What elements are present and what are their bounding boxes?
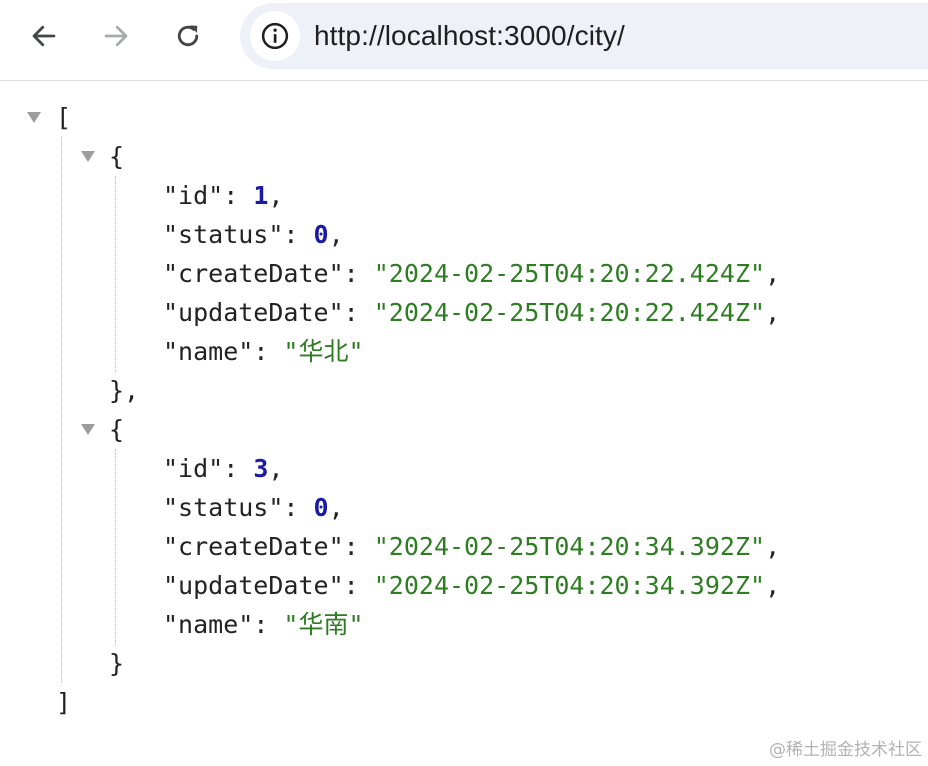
json-field-status: "status": 0,: [163, 215, 344, 254]
json-key: "updateDate": [163, 571, 344, 600]
json-string-value: "华南": [283, 610, 364, 639]
object-close-line: },: [109, 371, 139, 410]
json-colon: :: [343, 571, 374, 600]
arrow-right-icon: [104, 25, 128, 47]
object-close-brace: }: [109, 649, 125, 678]
json-string-value: "2024-02-25T04:20:34.392Z": [373, 532, 766, 561]
json-field-id: "id": 1,: [163, 176, 283, 215]
reload-button[interactable]: [165, 13, 211, 59]
json-key: "status": [163, 220, 284, 249]
json-viewer: [{"id": 1, "status": 0, "createDate": "202…: [0, 81, 928, 766]
object-open-line: {: [109, 137, 124, 176]
object-open-line: {: [109, 410, 124, 449]
json-comma: ,: [268, 454, 284, 483]
json-number-value: 1: [253, 181, 269, 210]
json-comma: ,: [328, 493, 344, 522]
json-string-value: "2024-02-25T04:20:34.392Z": [373, 571, 766, 600]
json-colon: :: [343, 298, 374, 327]
json-field-createdate: "createDate": "2024-02-25T04:20:34.392Z"…: [163, 527, 780, 566]
json-colon: :: [283, 220, 314, 249]
collapse-object-toggle[interactable]: [81, 424, 95, 435]
array-open-line: [: [56, 98, 71, 137]
json-field-createdate: "createDate": "2024-02-25T04:20:22.424Z"…: [163, 254, 780, 293]
json-comma: ,: [765, 259, 781, 288]
json-colon: :: [283, 493, 314, 522]
json-key: "name": [163, 610, 254, 639]
object-open-brace: {: [109, 415, 125, 444]
json-number-value: 0: [313, 220, 329, 249]
json-comma: ,: [765, 298, 781, 327]
object-open-brace: {: [109, 142, 125, 171]
json-number-value: 0: [313, 493, 329, 522]
json-string-value: "2024-02-25T04:20:22.424Z": [373, 259, 766, 288]
arrow-left-icon: [32, 25, 56, 47]
json-key: "id": [163, 454, 224, 483]
json-key: "updateDate": [163, 298, 344, 327]
json-string-value: "2024-02-25T04:20:22.424Z": [373, 298, 766, 327]
object-close-line: }: [109, 644, 124, 683]
array-open-bracket: [: [56, 103, 72, 132]
json-key: "createDate": [163, 259, 344, 288]
json-field-name: "name": "华北": [163, 332, 364, 371]
array-close-bracket: ]: [56, 688, 72, 717]
array-close-line: ]: [56, 683, 71, 722]
address-bar[interactable]: http://localhost:3000/city/: [240, 3, 928, 69]
object-indent-guide: [115, 449, 116, 645]
json-field-status: "status": 0,: [163, 488, 344, 527]
object-close-brace: },: [109, 376, 140, 405]
json-colon: :: [223, 454, 254, 483]
json-comma: ,: [268, 181, 284, 210]
array-indent-guide: [61, 136, 62, 683]
forward-button[interactable]: [93, 13, 139, 59]
json-colon: :: [343, 259, 374, 288]
json-colon: :: [253, 610, 284, 639]
info-circle-icon: [261, 22, 289, 50]
watermark: @稀土掘金技术社区: [769, 740, 922, 760]
json-colon: :: [253, 337, 284, 366]
json-comma: ,: [328, 220, 344, 249]
site-info-button[interactable]: [250, 11, 300, 61]
reload-icon: [177, 25, 199, 47]
back-button[interactable]: [21, 13, 67, 59]
json-field-updatedate: "updateDate": "2024-02-25T04:20:34.392Z"…: [163, 566, 780, 605]
json-key: "status": [163, 493, 284, 522]
json-key: "createDate": [163, 532, 344, 561]
json-field-updatedate: "updateDate": "2024-02-25T04:20:22.424Z"…: [163, 293, 780, 332]
browser-toolbar: http://localhost:3000/city/: [0, 0, 928, 81]
collapse-array-toggle[interactable]: [27, 112, 41, 123]
json-string-value: "华北": [283, 337, 364, 366]
object-indent-guide: [115, 176, 116, 372]
json-number-value: 3: [253, 454, 269, 483]
json-field-name: "name": "华南": [163, 605, 364, 644]
url-text[interactable]: http://localhost:3000/city/: [314, 3, 625, 69]
json-colon: :: [343, 532, 374, 561]
json-key: "name": [163, 337, 254, 366]
json-field-id: "id": 3,: [163, 449, 283, 488]
json-comma: ,: [765, 571, 781, 600]
json-comma: ,: [765, 532, 781, 561]
collapse-object-toggle[interactable]: [81, 151, 95, 162]
json-key: "id": [163, 181, 224, 210]
json-colon: :: [223, 181, 254, 210]
